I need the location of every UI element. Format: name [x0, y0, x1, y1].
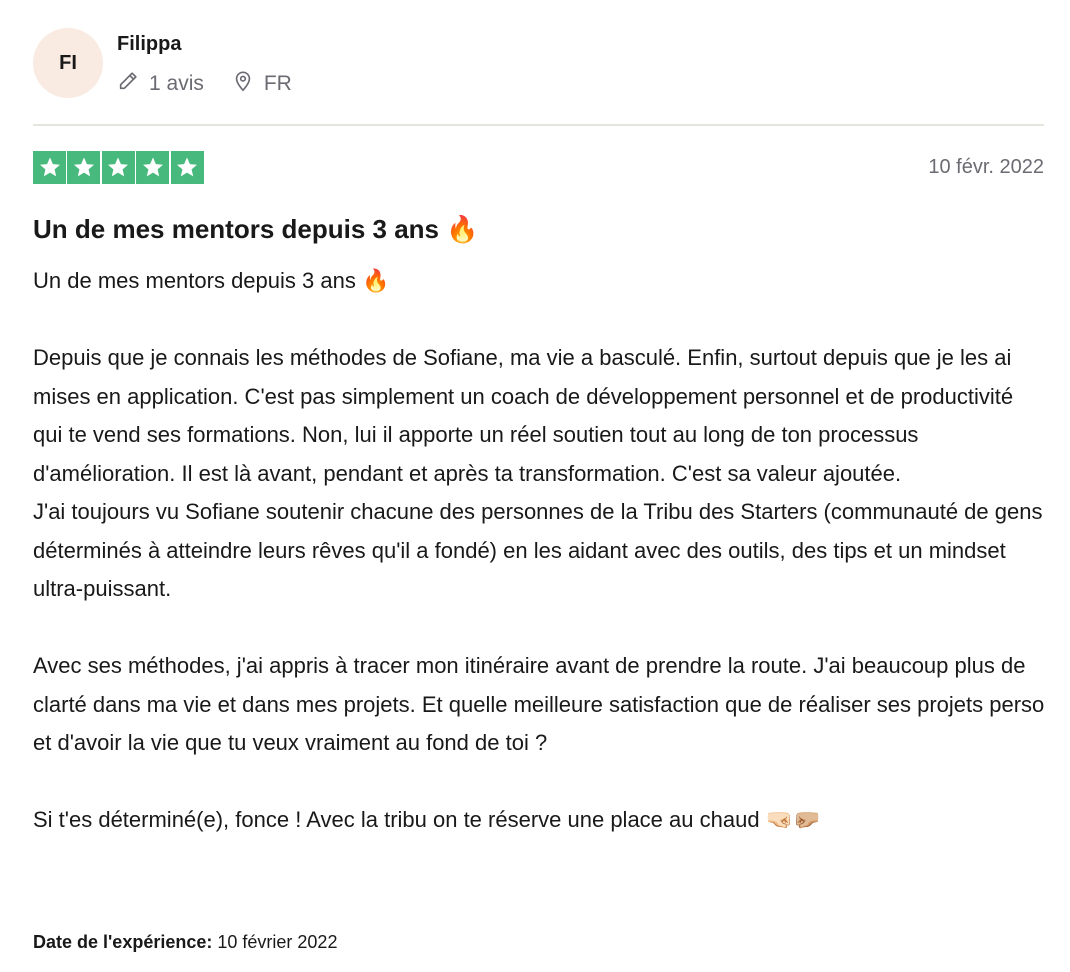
review-body: Un de mes mentors depuis 3 ans 🔥 Depuis …: [33, 268, 1045, 832]
reviews-count: 1 avis: [117, 70, 204, 98]
star-icon: [33, 150, 66, 184]
location-pin-icon: [232, 70, 264, 98]
country: FR: [232, 70, 292, 98]
star-icon: [67, 150, 101, 184]
divider: [33, 124, 1044, 126]
star-icon: [136, 150, 170, 184]
avatar-initials: FI: [59, 51, 77, 74]
star-rating: [33, 150, 205, 184]
consumer-meta: 1 avis FR: [117, 70, 320, 98]
consumer-info: Filippa 1 avis FR: [117, 28, 320, 98]
consumer-name[interactable]: Filippa: [117, 32, 320, 56]
experience-label: Date de l'expérience:: [33, 932, 213, 952]
avatar[interactable]: FI: [33, 28, 103, 98]
experience-date: Date de l'expérience: 10 février 2022: [33, 928, 337, 956]
review-date: 10 févr. 2022: [928, 155, 1044, 178]
review-rating-row: 10 févr. 2022: [33, 150, 1044, 184]
review-title[interactable]: Un de mes mentors depuis 3 ans 🔥: [33, 210, 479, 248]
reviews-count-text: 1 avis: [149, 72, 204, 95]
star-icon: [101, 150, 135, 184]
star-icon: [170, 150, 204, 184]
experience-date-value: 10 février 2022: [217, 932, 338, 952]
pencil-icon: [117, 70, 149, 98]
country-code: FR: [263, 72, 292, 95]
consumer-header: FI Filippa 1 avis FR: [33, 28, 320, 100]
